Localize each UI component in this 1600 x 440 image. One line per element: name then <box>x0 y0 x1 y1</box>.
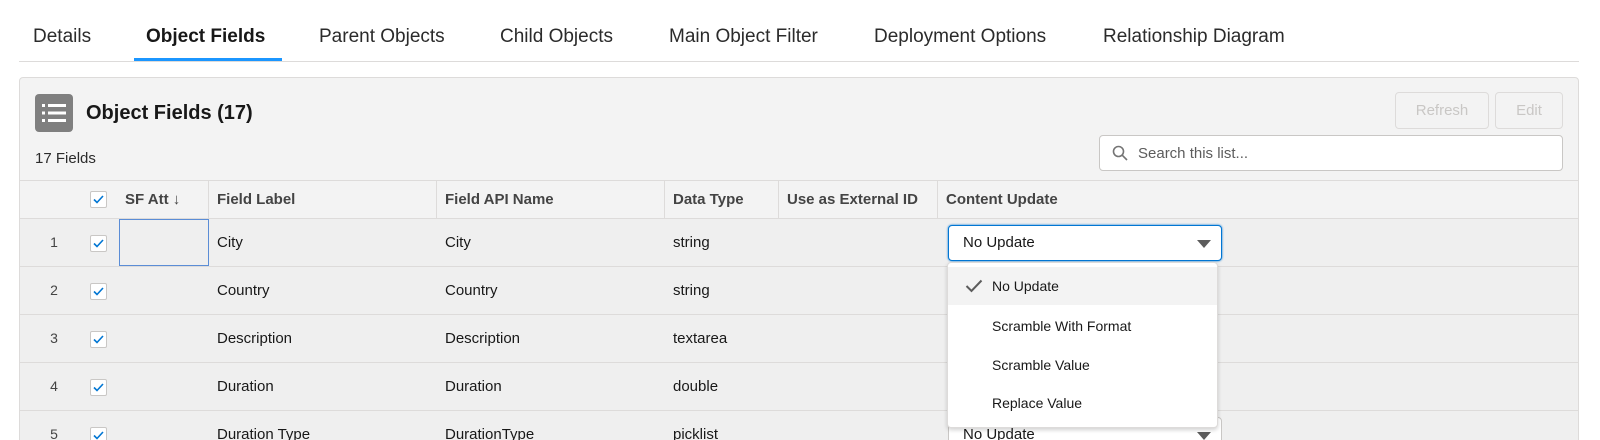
row-number: 3 <box>50 330 58 346</box>
field-label-cell: Country <box>217 282 270 299</box>
tab-child-objects[interactable]: Child Objects <box>500 26 613 48</box>
object-fields-card: Object Fields (17) 17 Fields Refresh Edi… <box>19 77 1579 440</box>
row-number: 5 <box>50 426 58 440</box>
data-type-cell: string <box>673 282 710 299</box>
search-input[interactable] <box>1138 136 1553 170</box>
tab-relationship-diagram[interactable]: Relationship Diagram <box>1103 26 1285 48</box>
field-api-name-cell: Country <box>445 282 498 299</box>
field-label-cell: Description <box>217 330 293 347</box>
edit-button[interactable]: Edit <box>1495 92 1563 129</box>
option-scramble-value[interactable]: Scramble Value <box>948 346 1217 384</box>
list-icon <box>35 94 73 132</box>
tab-bar: Details Object Fields Parent Objects Chi… <box>19 0 1579 62</box>
row-checkbox[interactable] <box>90 427 107 440</box>
column-header-sf-att[interactable]: SF Att ↓ <box>116 181 180 219</box>
data-type-cell: textarea <box>673 330 728 347</box>
chevron-down-icon <box>1197 240 1211 248</box>
data-type-cell: picklist <box>673 426 719 440</box>
data-type-cell: double <box>673 378 719 395</box>
tab-parent-objects[interactable]: Parent Objects <box>319 26 445 48</box>
column-header-data-type[interactable]: Data Type <box>664 181 744 219</box>
field-label-cell: Duration <box>217 378 274 395</box>
checkmark-icon <box>965 279 983 296</box>
field-label-cell: City <box>217 234 243 251</box>
table-row: 2 Country Country string <box>20 267 1578 315</box>
row-number: 4 <box>50 378 58 394</box>
option-no-update[interactable]: No Update <box>948 267 1217 305</box>
column-header-field-label[interactable]: Field Label <box>208 181 295 219</box>
select-all-checkbox[interactable] <box>90 191 107 208</box>
row-checkbox[interactable] <box>90 235 107 252</box>
table-header: SF Att ↓ Field Label Field API Name Data… <box>20 180 1578 219</box>
search-box <box>1099 135 1563 171</box>
column-header-external-id[interactable]: Use as External ID <box>778 181 918 219</box>
tab-details[interactable]: Details <box>33 26 91 48</box>
field-api-name-cell: Duration <box>445 378 502 395</box>
search-icon <box>1112 145 1128 166</box>
row-number: 2 <box>50 282 58 298</box>
field-count: 17 Fields <box>35 150 96 167</box>
option-scramble-with-format[interactable]: Scramble With Format <box>948 307 1217 345</box>
field-api-name-cell: DurationType <box>445 426 535 440</box>
column-header-field-api-name[interactable]: Field API Name <box>436 181 554 219</box>
option-replace-value[interactable]: Replace Value <box>948 384 1217 422</box>
table-row: 1 City City string No Update <box>20 219 1578 267</box>
content-update-value: No Update <box>963 234 1035 251</box>
field-api-name-cell: Description <box>445 330 521 347</box>
content-update-dropdown: No Update Scramble With Format Scramble … <box>947 262 1218 428</box>
card-title: Object Fields (17) <box>86 102 253 124</box>
table-row: 4 Duration Duration double <box>20 363 1578 411</box>
tab-deployment-options[interactable]: Deployment Options <box>874 26 1046 48</box>
tab-main-object-filter[interactable]: Main Object Filter <box>669 26 818 48</box>
row-checkbox[interactable] <box>90 379 107 396</box>
table-row: 5 Duration Type DurationType picklist No… <box>20 411 1578 440</box>
data-type-cell: string <box>673 234 710 251</box>
field-label-cell: Duration Type <box>217 426 311 440</box>
row-checkbox[interactable] <box>90 283 107 300</box>
row-number: 1 <box>50 234 58 250</box>
refresh-button[interactable]: Refresh <box>1395 92 1489 129</box>
tab-object-fields[interactable]: Object Fields <box>146 26 265 48</box>
row-checkbox[interactable] <box>90 331 107 348</box>
content-update-select[interactable]: No Update <box>948 225 1222 261</box>
table-row: 3 Description Description textarea <box>20 315 1578 363</box>
sf-att-cell-focused[interactable] <box>119 219 209 266</box>
column-header-content-update[interactable]: Content Update <box>937 181 1058 219</box>
chevron-down-icon <box>1197 432 1211 440</box>
field-api-name-cell: City <box>445 234 471 251</box>
active-tab-indicator <box>134 58 282 61</box>
